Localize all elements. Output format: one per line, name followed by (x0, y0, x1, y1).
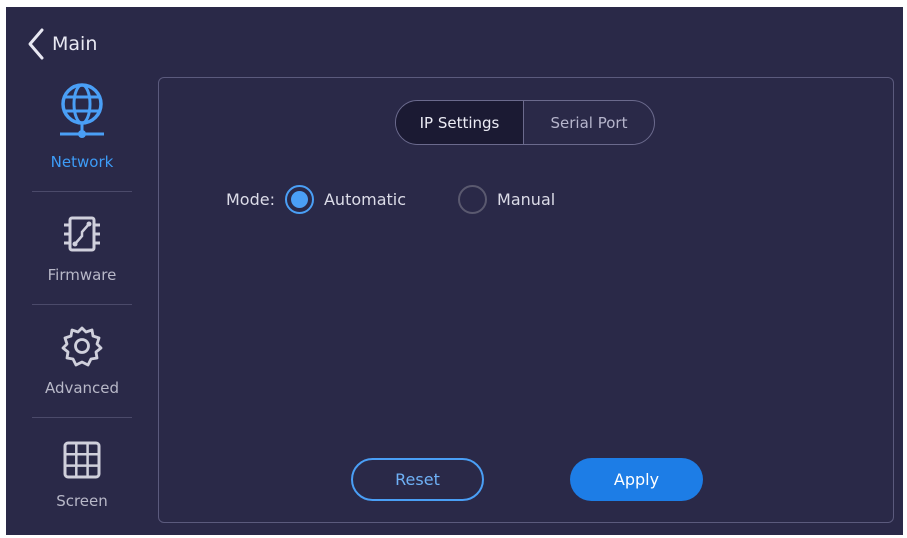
apply-button[interactable]: Apply (570, 458, 703, 501)
settings-screen: Main Network Firmware Advanced Screen IP… (6, 7, 903, 535)
automatic-label[interactable]: Automatic (324, 190, 406, 209)
reset-button[interactable]: Reset (351, 458, 484, 501)
sidebar-item-advanced[interactable]: Advanced (32, 305, 132, 417)
sidebar-item-label: Screen (56, 492, 108, 510)
tab-serial-port[interactable]: Serial Port (524, 101, 654, 144)
chip-icon (64, 216, 100, 252)
manual-label[interactable]: Manual (497, 190, 555, 209)
sidebar-item-screen[interactable]: Screen (32, 418, 132, 530)
radio-manual[interactable] (458, 184, 488, 214)
globe-network-icon (60, 83, 104, 138)
mode-label: Mode: (226, 189, 275, 209)
tab-ip-settings[interactable]: IP Settings (396, 101, 524, 144)
sidebar-item-label: Network (50, 153, 114, 171)
sidebar-item-label: Firmware (47, 266, 117, 284)
grid-icon (63, 441, 101, 479)
radio-automatic[interactable] (284, 184, 314, 214)
sidebar-item-firmware[interactable]: Firmware (32, 192, 132, 304)
back-button[interactable]: Main (26, 27, 97, 61)
mode-row: Mode: Automatic Manual (226, 184, 555, 214)
chevron-left-icon (28, 28, 44, 60)
sidebar-item-label: Advanced (44, 379, 120, 397)
gear-icon (61, 326, 103, 367)
settings-panel: IP Settings Serial Port Mode: Automatic … (158, 77, 894, 523)
sidebar-item-network[interactable]: Network (32, 79, 132, 191)
sidebar: Network Firmware Advanced Screen (32, 79, 132, 530)
back-label: Main (52, 33, 98, 55)
tab-bar: IP Settings Serial Port (395, 100, 655, 145)
